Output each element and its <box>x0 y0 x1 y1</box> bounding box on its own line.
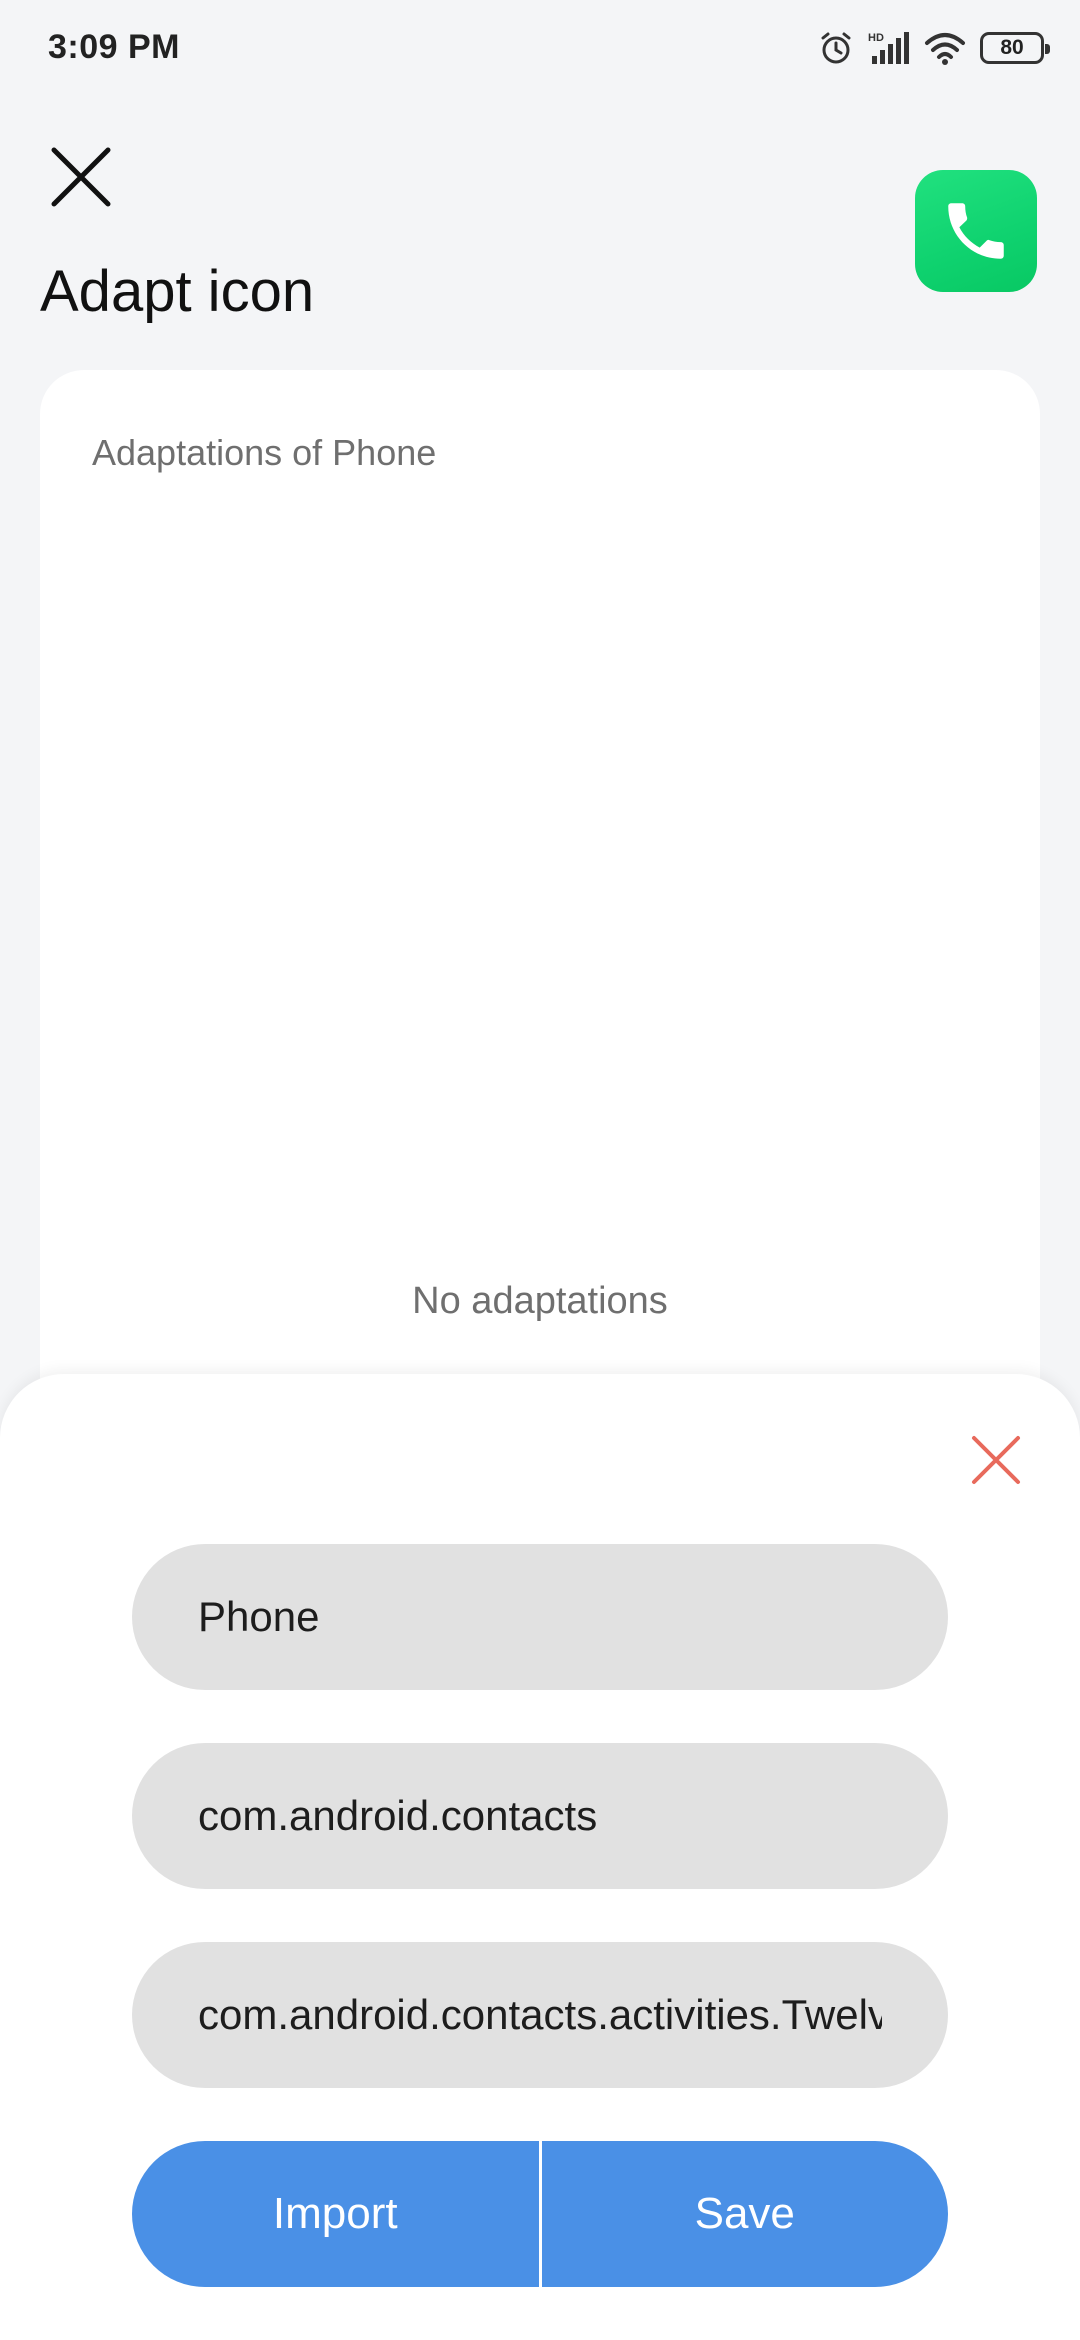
status-time: 3:09 PM <box>48 28 180 66</box>
status-bar: 3:09 PM HD 80 <box>0 0 1080 100</box>
page-title: Adapt icon <box>40 259 315 324</box>
status-icons: HD 80 <box>818 26 1050 70</box>
sheet-close-icon[interactable] <box>968 1432 1024 1488</box>
battery-level: 80 <box>1000 36 1024 59</box>
screen: 3:09 PM HD 80 Adapt icon Adaptations of … <box>0 0 1080 2340</box>
app-name-field[interactable] <box>132 1544 948 1690</box>
adaptations-label: Adaptations of Phone <box>92 432 437 473</box>
edit-bottom-sheet: Import Save <box>0 1374 1080 2340</box>
save-button[interactable]: Save <box>541 2141 948 2287</box>
package-name-field[interactable] <box>132 1743 948 1889</box>
battery-icon: 80 <box>980 32 1050 64</box>
import-button[interactable]: Import <box>132 2141 539 2287</box>
phone-icon <box>948 203 1004 259</box>
adaptations-card: Adaptations of Phone No adaptations <box>40 370 1040 1470</box>
signal-icon: HD <box>868 32 909 64</box>
empty-state-text: No adaptations <box>412 1280 668 1322</box>
action-button-group: Import Save <box>132 2141 948 2287</box>
close-icon[interactable] <box>46 142 116 212</box>
wifi-icon <box>925 33 965 65</box>
network-type-label: HD <box>868 32 884 44</box>
alarm-icon <box>821 32 851 64</box>
app-icon <box>915 170 1037 292</box>
activity-name-field[interactable] <box>132 1942 948 2088</box>
